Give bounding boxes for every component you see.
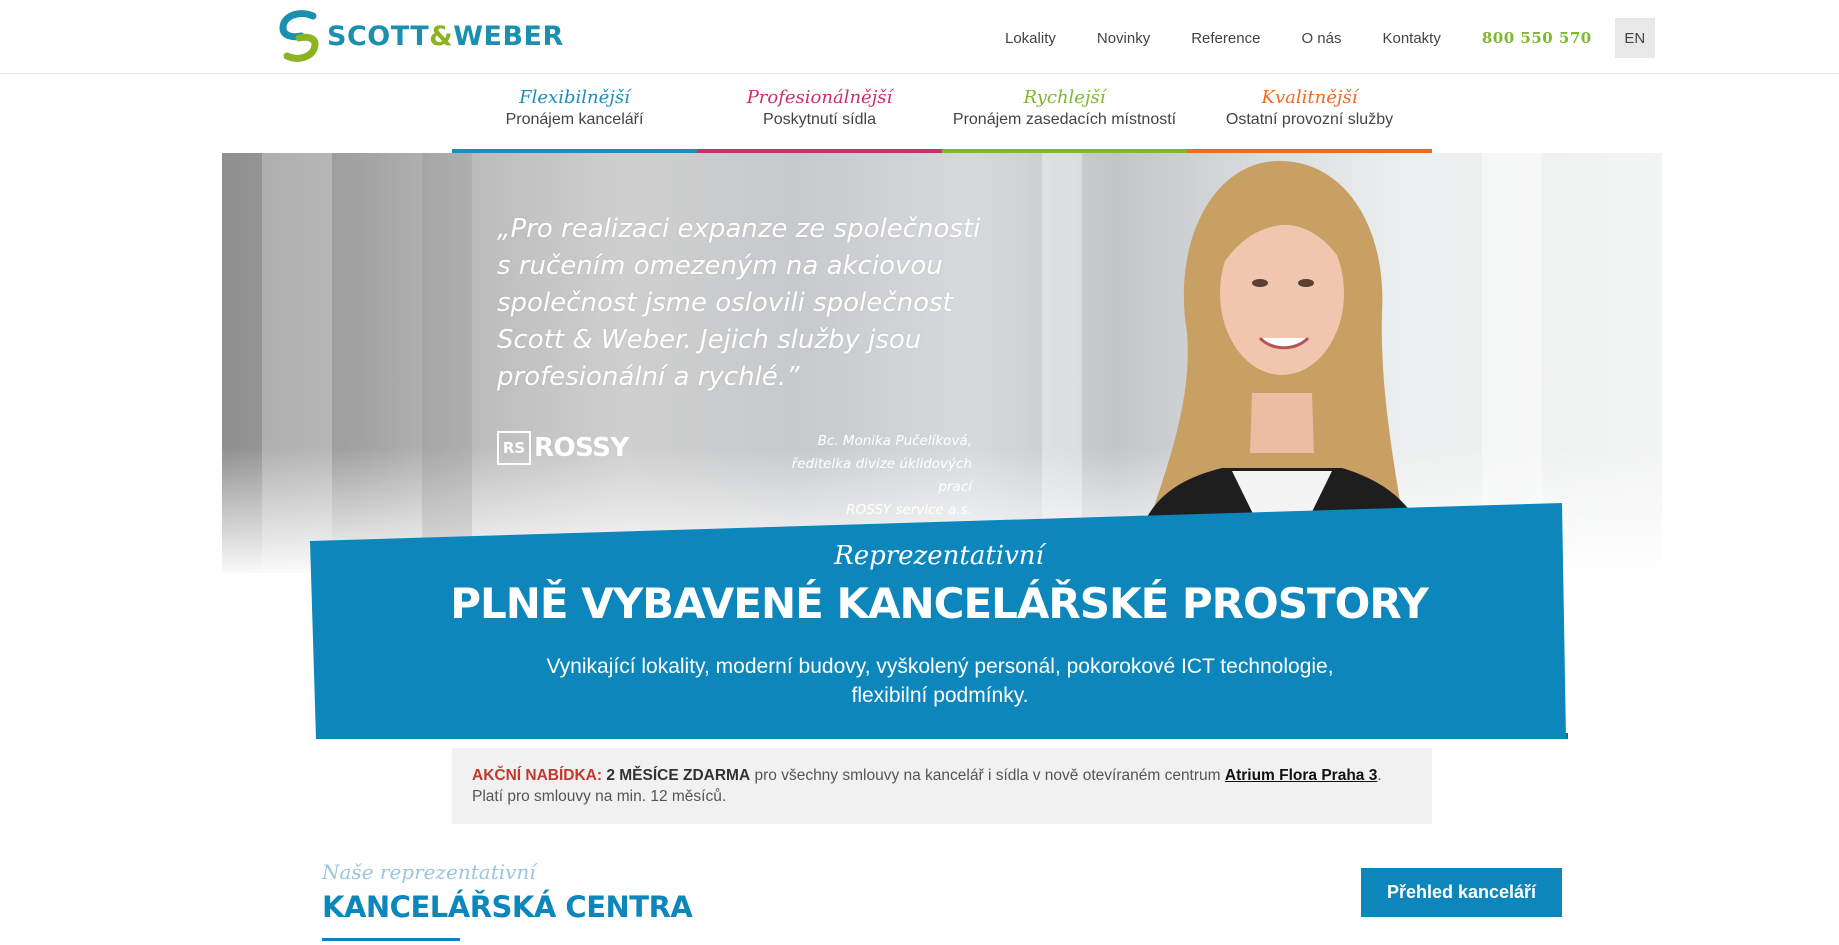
hero-bg-column [262,153,332,573]
logo-ampersand: & [429,20,454,52]
nav-o-nas[interactable]: O nás [1301,30,1341,47]
logo[interactable]: SCOTT&WEBER [279,8,564,64]
client-logo: RS ROSSY [497,431,629,465]
logo-word-weber: WEBER [453,20,564,52]
banner-title: PLNĚ VYBAVENÉ KANCELÁŘSKÉ PROSTORY [450,579,1429,628]
banner-description: Vynikající lokality, moderní budovy, vyš… [546,655,1334,707]
logo-icon [279,10,319,62]
nav-kontakty[interactable]: Kontakty [1382,30,1440,47]
signature-name: Bc. Monika Pučelíková, [817,433,972,449]
banner-kicker: Reprezentativní [834,541,1044,571]
offer-link-atrium-flora[interactable]: Atrium Flora Praha 3 [1225,767,1377,784]
phone-number[interactable]: 800 550 570 [1482,29,1592,47]
testimonial-signature: Bc. Monika Pučelíková, ředitelka divize … [762,430,972,522]
tab-subtitle: Pronájem kanceláří [505,111,644,128]
tab-poskytnuti-sidla[interactable]: Profesionálnější Poskytnutí sídla [697,87,942,153]
logo-wordmark: SCOTT&WEBER [327,21,564,52]
office-overview-button[interactable]: Přehled kanceláří [1361,868,1562,917]
tab-subtitle: Poskytnutí sídla [763,111,876,128]
offer-note: Platí pro smlouvy na min. 12 měsíců. [472,788,727,805]
offer-period: . [1377,767,1382,784]
tab-provozni-sluzby[interactable]: Kvalitnější Ostatní provozní služby [1187,87,1432,153]
language-switch[interactable]: EN [1614,18,1655,58]
offer-label: AKČNÍ NABÍDKA: [472,767,603,784]
offer-highlight: 2 MĚSÍCE ZDARMA [606,767,751,784]
service-tabs: Flexibilnější Pronájem kanceláří Profesi… [452,87,1432,153]
nav-lokality[interactable]: Lokality [1005,30,1056,47]
tab-title: Rychlejší [1023,87,1106,108]
tab-title: Kvalitnější [1261,87,1358,108]
tab-zasedaci-mistnosti[interactable]: Rychlejší Pronájem zasedacích místností [942,87,1187,153]
signature-company: ROSSY service a.s. [846,502,972,518]
site-header: SCOTT&WEBER Lokality Novinky Reference O… [0,0,1839,74]
client-logo-word: ROSSY [534,433,629,463]
main-nav: Lokality Novinky Reference O nás Kontakt… [1005,18,1655,58]
section-kicker: Naše reprezentativní [322,860,536,884]
testimonial-quote: „Pro realizaci expanze ze společnosti s … [497,214,981,392]
offer-text: pro všechny smlouvy na kancelář i sídla … [754,767,1221,784]
tab-subtitle: Ostatní provozní služby [1225,111,1394,128]
client-logo-mark: RS [497,431,531,465]
section-underline [322,938,460,941]
signature-role: ředitelka divize úklidových prací [791,456,972,495]
tab-title: Flexibilnější [519,87,630,108]
logo-word-scott: SCOTT [327,20,430,52]
tab-pronajem-kancelari[interactable]: Flexibilnější Pronájem kanceláří [452,87,697,153]
tab-subtitle: Pronájem zasedacích místností [952,111,1177,128]
hero-bg-column [422,153,472,573]
section-title: KANCELÁŘSKÁ CENTRA [322,890,693,924]
hero-bg-column [1042,153,1082,573]
tab-title: Profesionálnější [746,87,893,108]
special-offer-box: AKČNÍ NABÍDKA: 2 MĚSÍCE ZDARMA pro všech… [452,748,1432,824]
nav-reference[interactable]: Reference [1191,30,1260,47]
nav-novinky[interactable]: Novinky [1097,30,1150,47]
